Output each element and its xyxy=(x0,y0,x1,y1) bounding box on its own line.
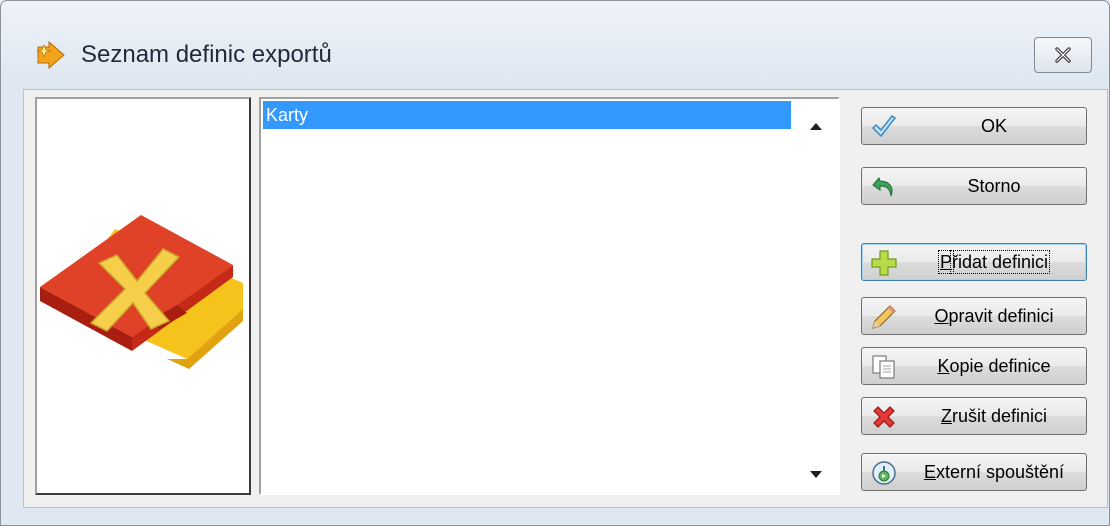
export-image-panel xyxy=(35,97,251,495)
add-definition-label: Přidat definici xyxy=(937,250,1051,274)
pencil-icon xyxy=(872,305,896,329)
storno-button-label: Storno xyxy=(967,176,1021,196)
delete-x-icon xyxy=(873,406,895,428)
add-definition-button[interactable]: Přidat definici xyxy=(861,243,1087,281)
ok-button[interactable]: OK xyxy=(861,107,1087,145)
edit-definition-button[interactable]: Opravit definici xyxy=(861,297,1087,335)
dialog-client-area: Karty OK Storno Přidat definici Opravit … xyxy=(23,89,1108,508)
ok-button-label: OK xyxy=(980,116,1007,136)
close-button[interactable] xyxy=(1034,37,1092,73)
copy-definition-button[interactable]: Kopie definice xyxy=(861,347,1087,385)
storno-button[interactable]: Storno xyxy=(861,167,1087,205)
close-icon xyxy=(1055,47,1071,63)
delete-definition-button[interactable]: Zrušit definici xyxy=(861,397,1087,435)
dialog-window: Seznam definic exportů Karty OK Storno P… xyxy=(0,0,1110,526)
external-run-button[interactable]: Externí spouštění xyxy=(861,453,1087,491)
plus-icon xyxy=(871,250,897,276)
title-bar: Seznam definic exportů xyxy=(1,1,1109,89)
undo-arrow-icon xyxy=(872,177,893,197)
copy-definition-label: Kopie definice xyxy=(937,356,1051,376)
delete-definition-label: Zrušit definici xyxy=(940,406,1048,426)
checkmark-icon xyxy=(871,114,897,138)
edit-definition-label: Opravit definici xyxy=(934,306,1054,326)
vertical-scrollbar[interactable] xyxy=(796,99,838,493)
external-run-label: Externí spouštění xyxy=(923,462,1065,482)
window-title: Seznam definic exportů xyxy=(81,41,332,68)
scroll-down-icon[interactable] xyxy=(810,471,822,478)
definition-list[interactable]: Karty xyxy=(259,97,840,495)
list-item[interactable]: Karty xyxy=(263,101,791,129)
export-logo-icon xyxy=(40,215,243,369)
external-run-clock-icon xyxy=(872,461,896,485)
export-wand-icon xyxy=(36,40,65,70)
window-bottom-border xyxy=(1,509,1109,525)
scroll-up-icon[interactable] xyxy=(810,123,822,130)
copy-icon xyxy=(872,355,895,379)
